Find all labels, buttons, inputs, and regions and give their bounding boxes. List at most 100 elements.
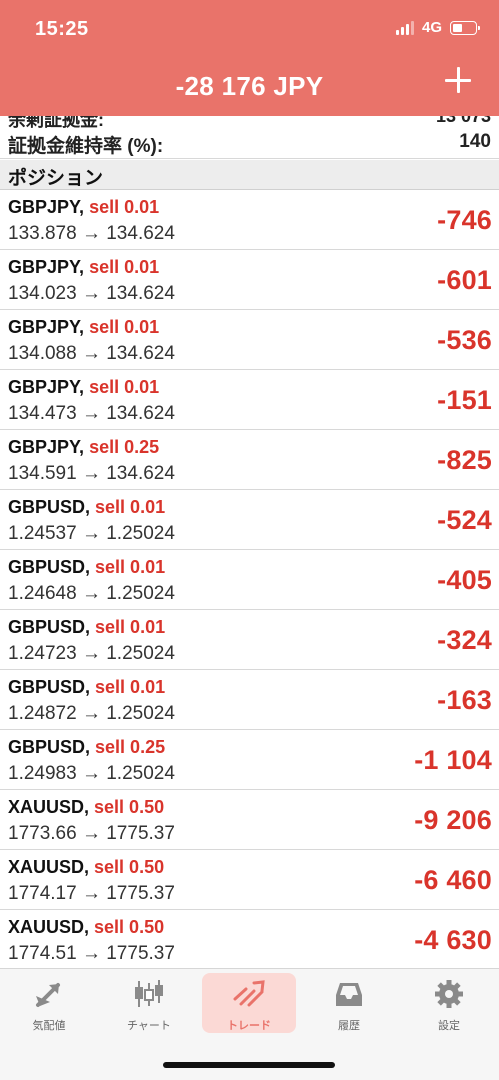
margin-level-value: 140	[459, 131, 491, 152]
tab-history[interactable]: 履歴	[302, 973, 396, 1033]
position-prices: 1774.51 → 1775.37	[8, 943, 175, 964]
candlestick-chart-icon	[135, 980, 163, 1007]
position-profit-loss: -9 206	[414, 805, 492, 835]
position-symbol: GBPUSD,	[8, 737, 91, 757]
tab-chart-label: チャート	[127, 1020, 171, 1032]
position-symbol: GBPJPY,	[8, 257, 85, 277]
position-side: sell 0.50	[94, 857, 165, 877]
tab-trade-label: トレード	[227, 1020, 271, 1032]
position-title: GBPUSD, sell 0.01	[8, 557, 165, 578]
position-symbol: GBPUSD,	[8, 617, 91, 637]
tab-settings[interactable]: 設定	[402, 973, 496, 1033]
position-symbol: XAUUSD,	[8, 857, 90, 877]
home-indicator[interactable]	[163, 1062, 335, 1068]
position-symbol: GBPJPY,	[8, 377, 85, 397]
position-title: GBPJPY, sell 0.01	[8, 257, 159, 278]
margin-level-label: 証拠金維持率 (%):	[8, 136, 164, 157]
position-title: GBPJPY, sell 0.01	[8, 317, 159, 338]
position-side: sell 0.50	[94, 917, 165, 937]
position-title: XAUUSD, sell 0.50	[8, 797, 164, 818]
position-side: sell 0.25	[95, 737, 166, 757]
position-row[interactable]: GBPUSD, sell 0.01 1.24648 → 1.25024 -405	[0, 550, 499, 610]
network-type: 4G	[421, 19, 442, 36]
position-side: sell 0.01	[95, 497, 166, 517]
position-profit-loss: -163	[437, 685, 492, 715]
position-title: GBPUSD, sell 0.01	[8, 617, 165, 638]
position-row[interactable]: GBPJPY, sell 0.01 134.023 → 134.624 -601	[0, 250, 499, 310]
new-order-plus-icon[interactable]	[445, 66, 475, 96]
page-title: -28 176 JPY	[175, 71, 324, 101]
cellular-signal-icon	[395, 20, 414, 35]
tab-history-label: 履歴	[338, 1020, 360, 1032]
position-prices: 1773.66 → 1775.37	[8, 823, 175, 844]
position-row[interactable]: XAUUSD, sell 0.50 1774.17 → 1775.37 -6 460	[0, 850, 499, 910]
position-prices: 1.24723 → 1.25024	[8, 643, 175, 664]
position-side: sell 0.01	[95, 677, 166, 697]
tab-chart[interactable]: チャート	[102, 973, 196, 1033]
position-profit-loss: -536	[437, 325, 492, 355]
position-title: XAUUSD, sell 0.50	[8, 857, 164, 878]
position-symbol: XAUUSD,	[8, 797, 90, 817]
position-prices: 134.591 → 134.624	[8, 463, 175, 484]
position-side: sell 0.01	[89, 257, 160, 277]
position-row[interactable]: GBPJPY, sell 0.01 134.088 → 134.624 -536	[0, 310, 499, 370]
position-row[interactable]: GBPUSD, sell 0.01 1.24723 → 1.25024 -324	[0, 610, 499, 670]
position-row[interactable]: GBPJPY, sell 0.25 134.591 → 134.624 -825	[0, 430, 499, 490]
position-side: sell 0.01	[95, 617, 166, 637]
position-title: GBPUSD, sell 0.01	[8, 677, 165, 698]
battery-icon	[450, 20, 480, 35]
position-row[interactable]: GBPUSD, sell 0.25 1.24983 → 1.25024 -1 104	[0, 730, 499, 790]
position-prices: 134.473 → 134.624	[8, 403, 175, 424]
position-prices: 134.023 → 134.624	[8, 283, 175, 304]
status-indicators: 4G	[395, 19, 480, 36]
positions-section-title: ポジション	[8, 168, 104, 189]
position-side: sell 0.01	[89, 197, 160, 217]
position-row[interactable]: GBPUSD, sell 0.01 1.24537 → 1.25024 -524	[0, 490, 499, 550]
position-title: GBPJPY, sell 0.25	[8, 437, 159, 458]
position-symbol: GBPUSD,	[8, 497, 91, 517]
position-prices: 134.088 → 134.624	[8, 343, 175, 364]
position-prices: 1.24872 → 1.25024	[8, 703, 175, 724]
app-header: 15:25 4G -28 176 JPY	[0, 0, 499, 116]
tab-trade[interactable]: トレード	[202, 973, 296, 1033]
position-prices: 1.24648 → 1.25024	[8, 583, 175, 604]
positions-list: GBPJPY, sell 0.01 133.878 → 134.624 -746 GB…	[0, 190, 499, 970]
position-profit-loss: -405	[437, 565, 492, 595]
position-side: sell 0.01	[89, 317, 160, 337]
position-row[interactable]: GBPUSD, sell 0.01 1.24872 → 1.25024 -163	[0, 670, 499, 730]
position-profit-loss: -746	[437, 205, 492, 235]
history-inbox-icon	[336, 983, 362, 1006]
position-side: sell 0.01	[95, 557, 166, 577]
position-prices: 133.878 → 134.624	[8, 223, 175, 244]
position-profit-loss: -4 630	[414, 925, 492, 955]
position-symbol: GBPUSD,	[8, 557, 91, 577]
position-prices: 1.24537 → 1.25024	[8, 523, 175, 544]
trade-icon	[233, 980, 265, 1007]
status-time: 15:25	[35, 18, 89, 40]
position-profit-loss: -825	[437, 445, 492, 475]
position-profit-loss: -6 460	[414, 865, 492, 895]
position-title: GBPUSD, sell 0.01	[8, 497, 165, 518]
position-profit-loss: -601	[437, 265, 492, 295]
position-title: GBPUSD, sell 0.25	[8, 737, 165, 758]
position-side: sell 0.50	[94, 797, 165, 817]
position-symbol: GBPJPY,	[8, 197, 85, 217]
position-symbol: XAUUSD,	[8, 917, 90, 937]
position-symbol: GBPUSD,	[8, 677, 91, 697]
position-row[interactable]: GBPJPY, sell 0.01 134.473 → 134.624 -151	[0, 370, 499, 430]
position-title: GBPJPY, sell 0.01	[8, 377, 159, 398]
positions-section-header: ポジション	[0, 160, 499, 190]
position-row[interactable]: XAUUSD, sell 0.50 1774.51 → 1775.37 -4 630	[0, 910, 499, 970]
position-prices: 1774.17 → 1775.37	[8, 883, 175, 904]
position-row[interactable]: GBPJPY, sell 0.01 133.878 → 134.624 -746	[0, 190, 499, 250]
position-row[interactable]: XAUUSD, sell 0.50 1773.66 → 1775.37 -9 206	[0, 790, 499, 850]
gear-icon	[435, 980, 463, 1008]
position-side: sell 0.01	[89, 377, 160, 397]
position-title: XAUUSD, sell 0.50	[8, 917, 164, 938]
position-profit-loss: -324	[437, 625, 492, 655]
quotes-icon	[36, 983, 60, 1007]
position-symbol: GBPJPY,	[8, 317, 85, 337]
position-profit-loss: -1 104	[414, 745, 492, 775]
position-symbol: GBPJPY,	[8, 437, 85, 457]
tab-quotes[interactable]: 気配値	[2, 973, 96, 1033]
